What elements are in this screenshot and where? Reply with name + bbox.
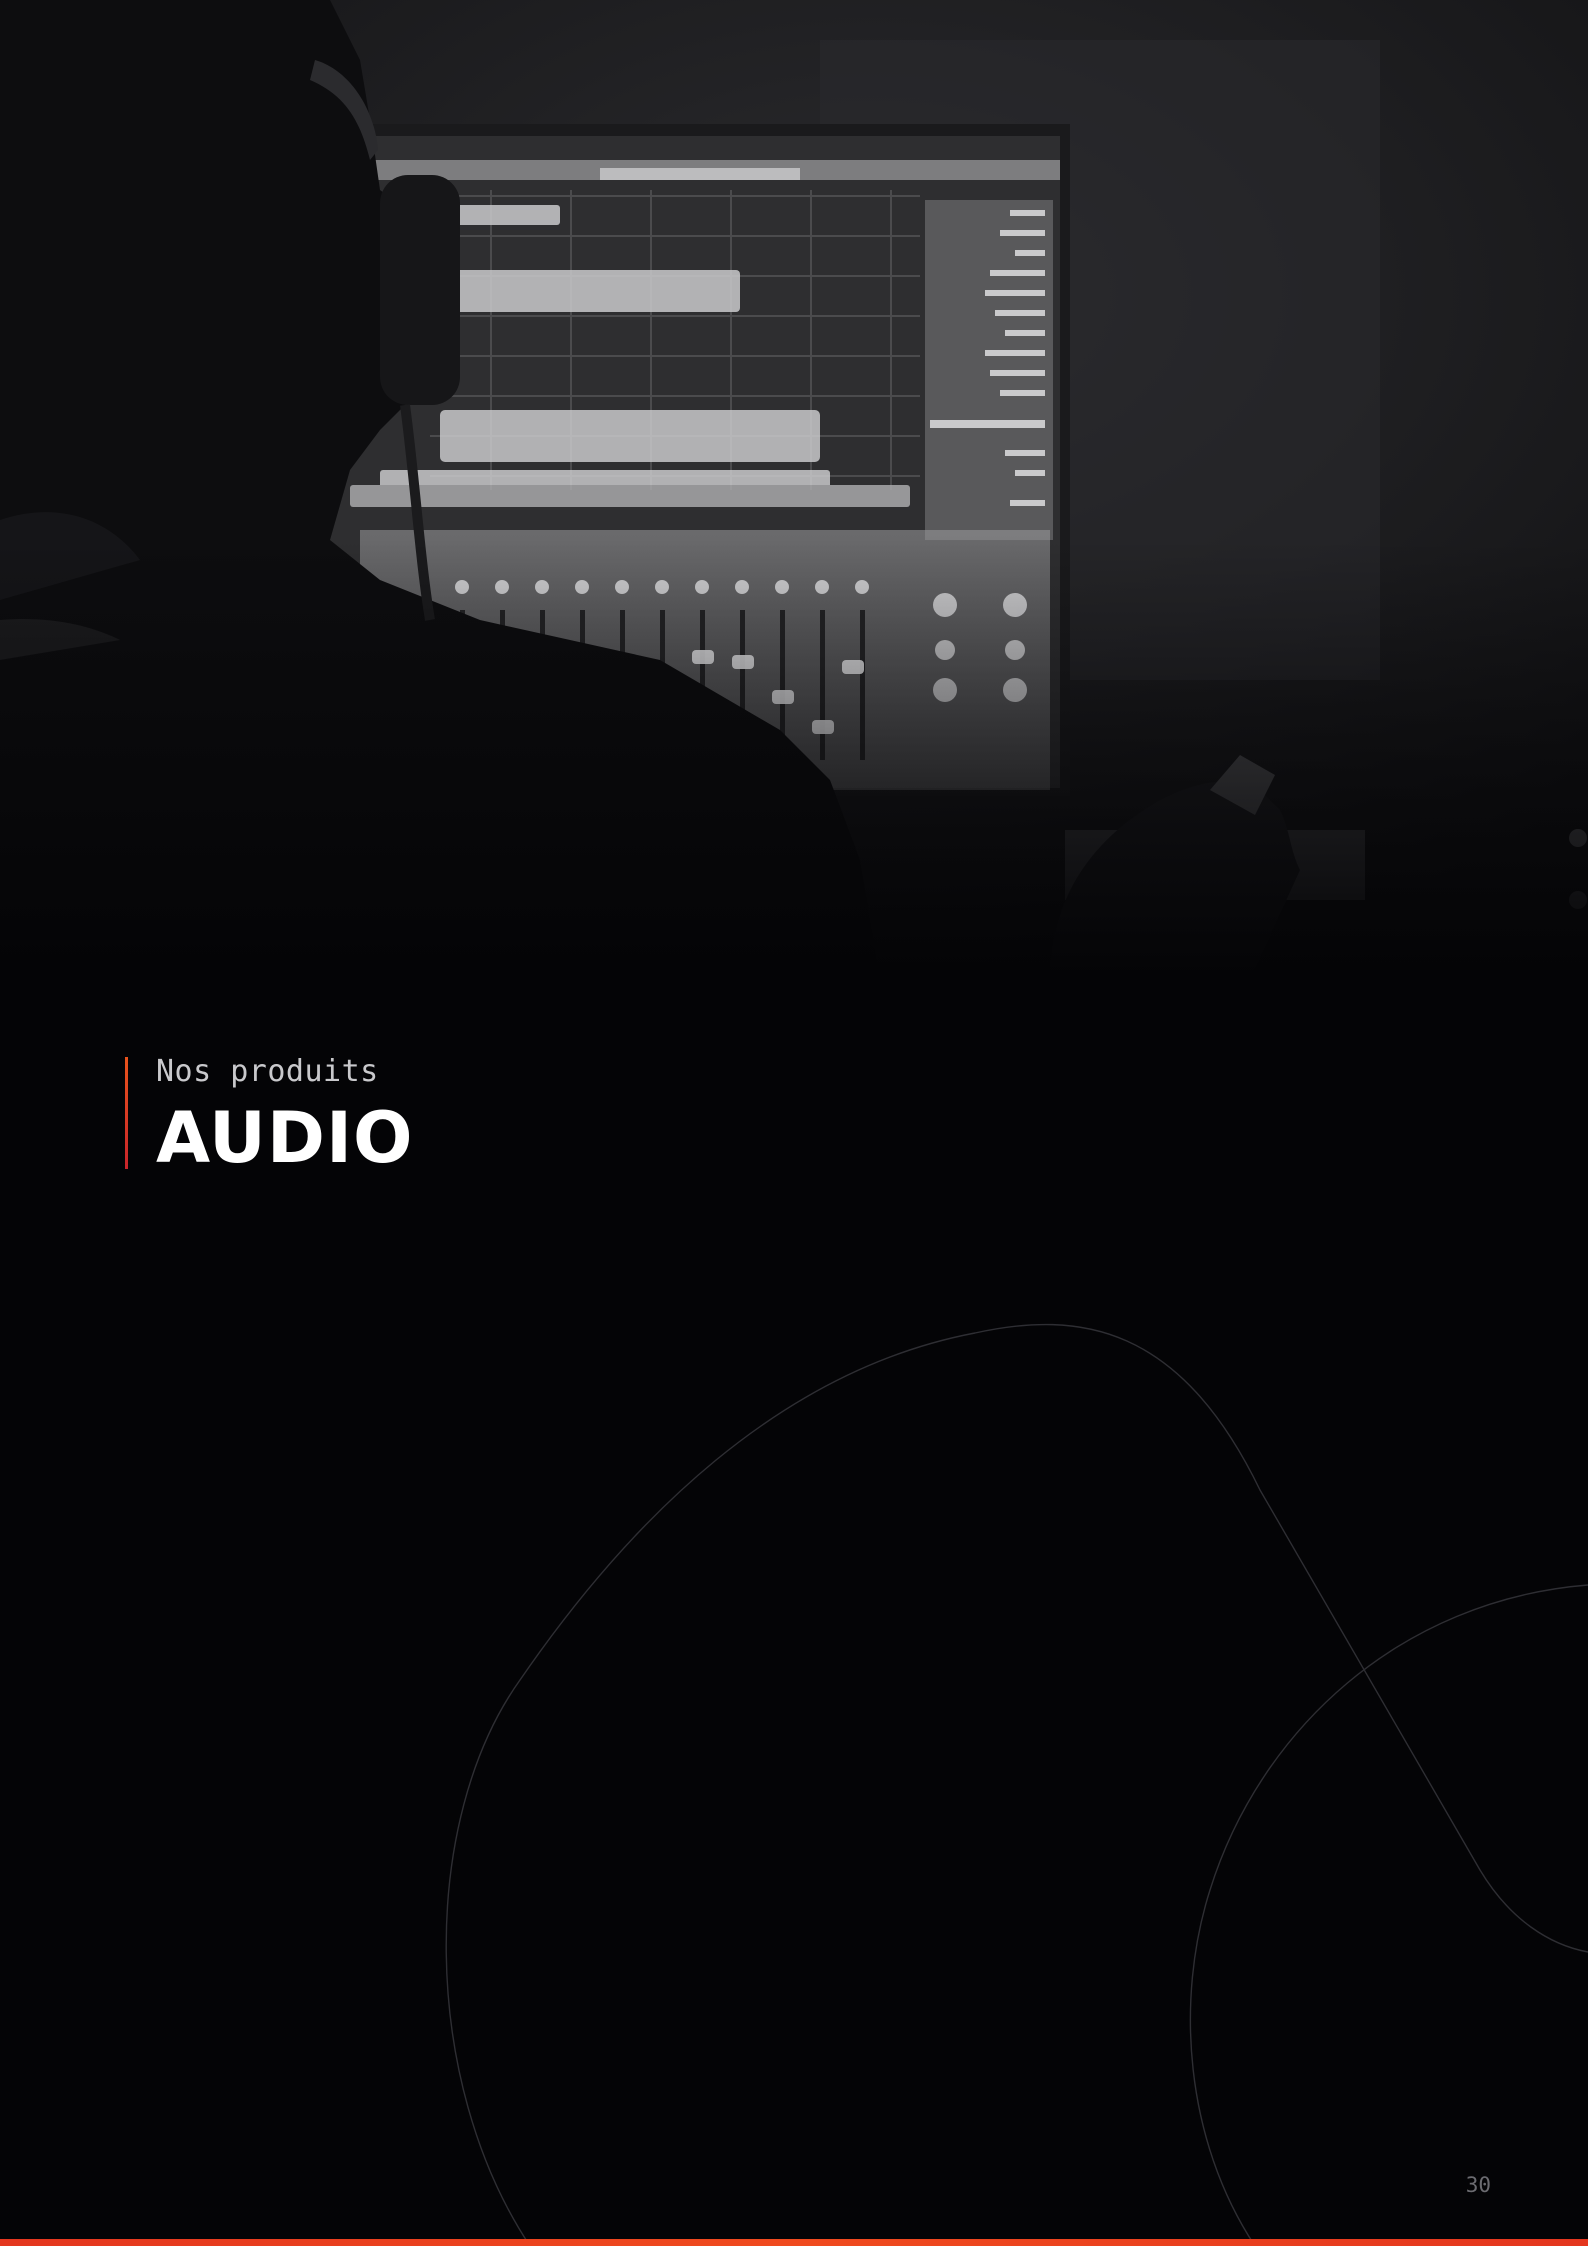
hero-photo bbox=[0, 0, 1588, 980]
section-title-block: Nos produits AUDIO bbox=[125, 1054, 414, 1173]
decorative-curves bbox=[445, 1323, 1588, 2246]
section-kicker: Nos produits bbox=[156, 1054, 379, 1089]
brochure-page: Nos produits AUDIO 30 bbox=[0, 0, 1588, 2246]
page-number: 30 bbox=[1465, 2173, 1491, 2197]
section-title: AUDIO bbox=[156, 1097, 414, 1179]
title-accent-bar bbox=[125, 1057, 128, 1169]
bottom-accent-bar bbox=[0, 2239, 1588, 2246]
